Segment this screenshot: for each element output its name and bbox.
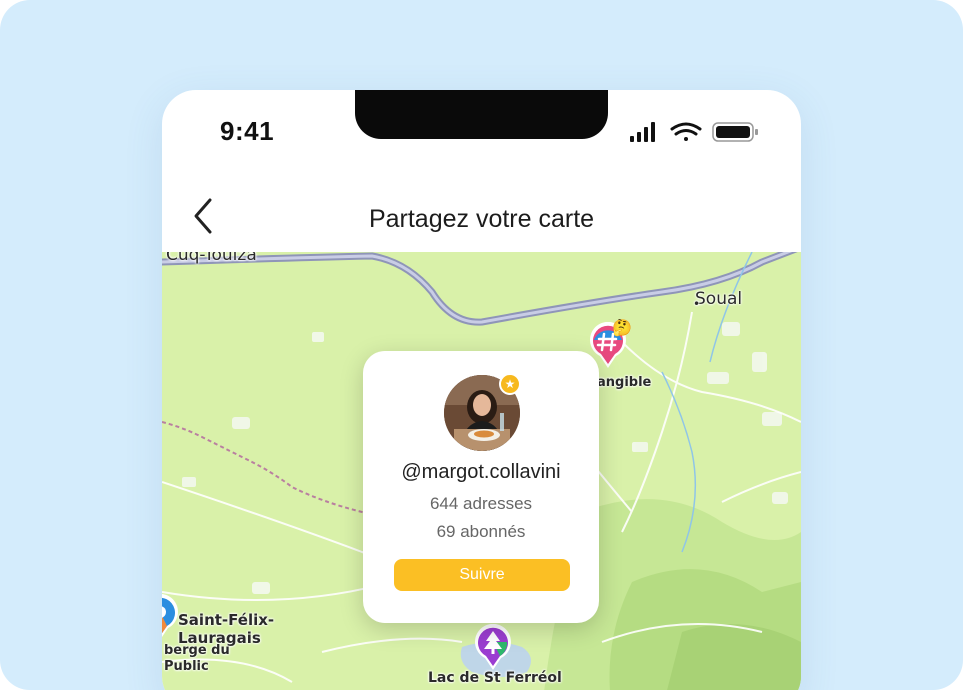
map-label-cuq-toulza: Cuq-Toulza [166,252,257,265]
nav-bar: Partagez votre carte [162,180,801,252]
signal-icon [630,122,655,142]
battery-icon [712,122,758,142]
thinking-emoji-icon: 🤔 [612,320,632,337]
map-view[interactable]: Cuq-Toulza Soual • angible Saint-Félix- … [162,252,801,690]
follow-button[interactable]: Suivre [394,559,570,591]
map-label-auberge: berge du [164,643,230,658]
wifi-icon [670,122,702,141]
map-label-lac: Lac de St Ferréol [428,670,562,686]
background: 9:41 Partagez votre carte Cuq-Toulza Sou… [0,0,963,690]
page-title: Partagez votre carte [368,205,595,233]
map-dot-soual: • [693,297,701,311]
map-pin-tree[interactable] [473,623,513,672]
profile-card: ★ @margot.collavini 644 adresses 69 abon… [363,351,599,623]
map-label-soual: Soual [695,289,743,309]
map-label-place: angible [597,375,652,390]
star-badge-icon: ★ [499,373,521,395]
phone-frame: 9:41 Partagez votre carte Cuq-Toulza Sou… [162,90,801,690]
profile-followers-count: 69 abonnés [436,522,526,541]
phone-notch [355,90,608,139]
status-time: 9:41 [220,116,275,146]
map-label-saint-felix: Saint-Félix- [178,611,275,629]
status-icons [630,121,760,143]
profile-addresses-count: 644 adresses [429,494,533,513]
map-pin-edge[interactable] [162,594,180,642]
map-label-public: Public [164,659,209,674]
profile-username: @margot.collavini [401,461,561,483]
